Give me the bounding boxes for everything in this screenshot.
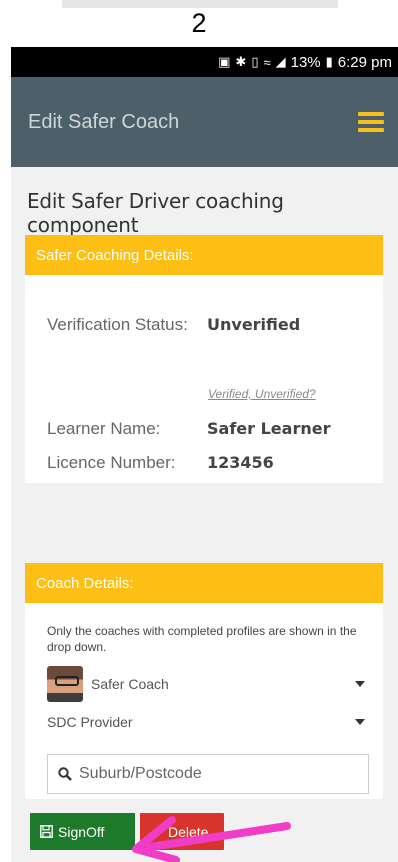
battery-icon: ▮: [325, 54, 333, 69]
verification-row: Verification Status: Unverified: [47, 315, 300, 335]
bluetooth-icon: ✱: [235, 54, 247, 69]
cast-icon: ▣: [218, 54, 231, 69]
licence-label: Licence Number:: [47, 453, 176, 472]
provider-select[interactable]: SDC Provider: [47, 714, 365, 730]
verification-options-link[interactable]: Verified, Unverified?: [208, 387, 316, 401]
status-bar: ▣ ✱ ▯ ≈ ◢ 13% ▮ 6:29 pm: [11, 47, 398, 77]
top-caption-box: [62, 0, 338, 8]
chevron-down-icon: [355, 719, 365, 725]
coach-details-header: Coach Details:: [25, 563, 383, 603]
chevron-down-icon: [355, 681, 365, 687]
coaching-details-header: Safer Coaching Details:: [25, 235, 383, 275]
verification-value: Unverified: [207, 315, 301, 334]
hamburger-icon[interactable]: [358, 112, 384, 132]
provider-select-label: SDC Provider: [47, 714, 133, 730]
delete-button[interactable]: Delete: [140, 813, 224, 850]
search-placeholder: Suburb/Postcode: [79, 765, 202, 782]
learner-value: Safer Learner: [207, 419, 331, 438]
avatar: [47, 666, 83, 702]
page-title: Edit Safer Driver coaching component: [27, 189, 284, 237]
volte-icon: ▯: [251, 54, 259, 69]
search-input[interactable]: Suburb/Postcode: [47, 754, 369, 794]
search-icon: [58, 767, 72, 781]
step-number: 2: [191, 8, 207, 38]
save-icon: [40, 825, 53, 838]
battery-percent: 13%: [290, 53, 321, 71]
coach-select[interactable]: Safer Coach: [47, 666, 365, 702]
coach-select-value: Safer Coach: [47, 666, 169, 702]
delete-label: Delete: [168, 823, 209, 840]
main-content: Edit Safer Driver coaching component Saf…: [11, 167, 398, 862]
coach-select-label: Safer Coach: [91, 676, 169, 692]
licence-value: 123456: [207, 453, 274, 472]
wifi-icon: ≈: [263, 54, 271, 70]
coach-note: Only the coaches with completed profiles…: [47, 624, 357, 654]
learner-label: Learner Name:: [47, 419, 161, 438]
signal-icon: ◢: [275, 54, 286, 69]
app-header: Edit Safer Coach: [11, 77, 398, 167]
signoff-label: SignOff: [58, 823, 105, 840]
learner-row: Learner Name: Safer Learner: [47, 419, 330, 439]
coaching-details-card: Safer Coaching Details: Verification Sta…: [25, 235, 383, 483]
clock: 6:29 pm: [337, 53, 392, 71]
signoff-button[interactable]: SignOff: [30, 813, 135, 850]
verification-label: Verification Status:: [47, 315, 188, 334]
app-title: Edit Safer Coach: [28, 110, 180, 133]
coach-details-card: Coach Details: Only the coaches with com…: [25, 563, 383, 799]
licence-row: Licence Number: 123456: [47, 453, 274, 473]
